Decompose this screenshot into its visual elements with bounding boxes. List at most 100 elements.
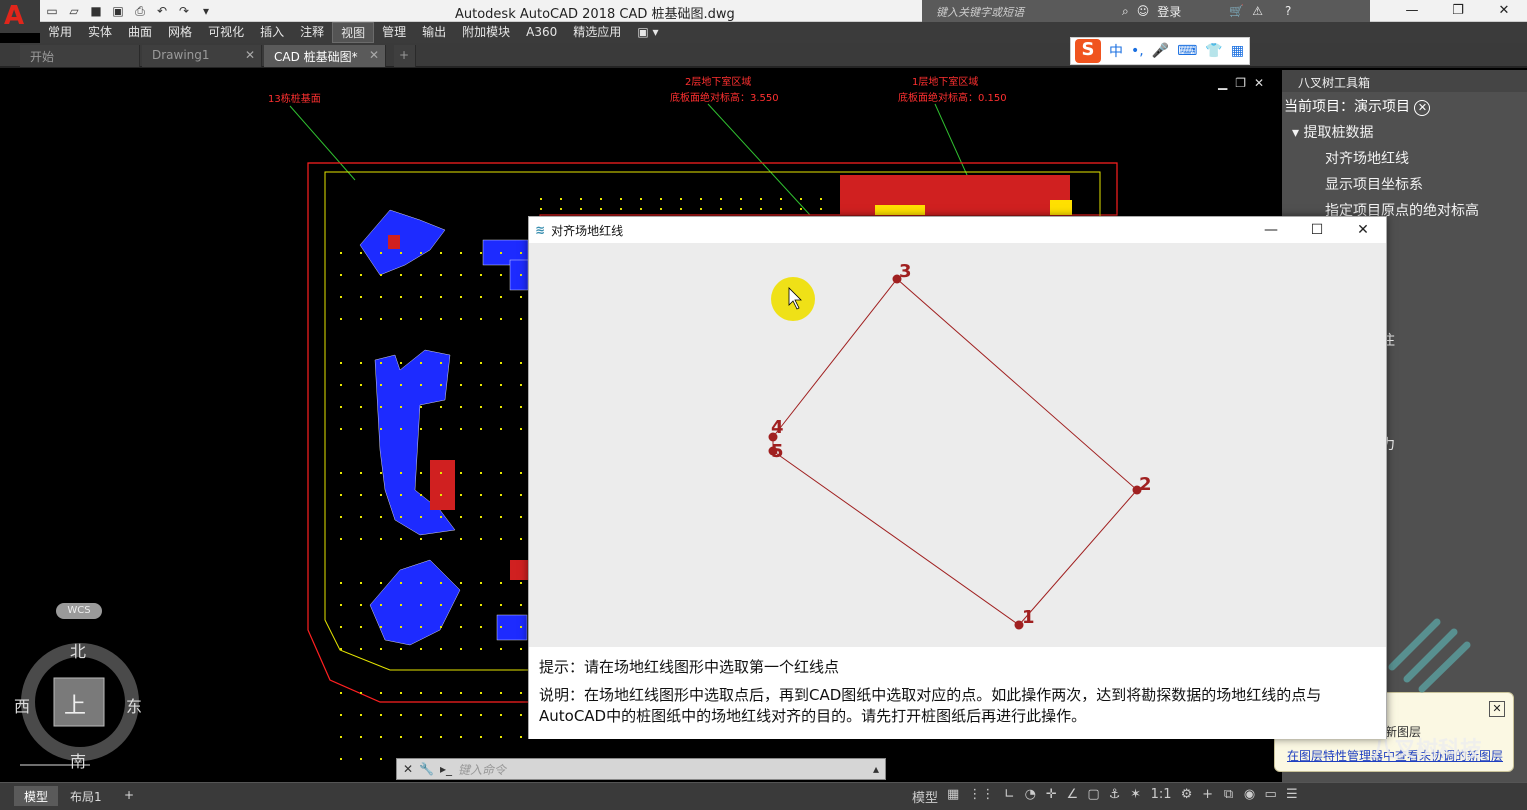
close-icon[interactable]: ✕ xyxy=(1254,76,1264,90)
login-button[interactable]: 登录 xyxy=(1157,3,1181,20)
pile-point xyxy=(600,198,602,200)
tab-model[interactable]: 模型 xyxy=(14,786,59,806)
pile-point xyxy=(760,198,762,200)
close-icon[interactable]: ✕ xyxy=(1340,217,1386,243)
punctuation-icon[interactable]: •, xyxy=(1131,43,1144,59)
grid-icon[interactable]: ▦ xyxy=(947,787,959,806)
ribbon-tab[interactable]: A360 xyxy=(518,22,565,43)
minimize-icon[interactable]: ▁ xyxy=(1218,76,1227,90)
close-circle-icon[interactable]: ✕ xyxy=(1414,100,1431,116)
expand-icon[interactable]: ▴ xyxy=(873,762,879,776)
wrench-icon[interactable]: 🔧 xyxy=(419,762,434,776)
anno-scale[interactable]: 1:1 xyxy=(1151,787,1172,806)
polar-icon[interactable]: ◔ xyxy=(1024,787,1036,806)
restore-icon[interactable]: ❐ xyxy=(1435,0,1481,22)
hardware-icon[interactable]: ◉ xyxy=(1244,787,1256,806)
pile-point xyxy=(500,428,502,430)
cart-icon[interactable]: 🛒 xyxy=(1229,4,1244,18)
pile-point xyxy=(400,626,402,628)
ribbon-tab[interactable]: 管理 xyxy=(374,22,414,43)
palette-group[interactable]: ▾ 提取桩数据 xyxy=(1282,120,1527,146)
clean-screen-icon[interactable]: ▭ xyxy=(1265,787,1277,806)
close-icon[interactable]: ✕ xyxy=(403,762,413,776)
pile-point xyxy=(560,198,562,200)
plot-icon[interactable]: ⎙ xyxy=(132,3,148,19)
command-prompt-icon[interactable]: ▸_ xyxy=(440,762,452,776)
close-icon[interactable]: ✕ xyxy=(1481,0,1527,22)
compass-west[interactable]: 西 xyxy=(14,693,30,717)
maximize-icon[interactable]: ☐ xyxy=(1294,217,1340,243)
compass-east[interactable]: 东 xyxy=(126,693,142,717)
tab-cad-drawing[interactable]: CAD 桩基础图* ✕ xyxy=(264,45,386,67)
ribbon-tab[interactable]: 可视化 xyxy=(200,22,252,43)
minimize-icon[interactable]: — xyxy=(1389,0,1435,22)
save-icon[interactable]: ■ xyxy=(88,3,104,19)
snap-icon[interactable]: ⋮⋮ xyxy=(968,787,994,806)
new-icon[interactable]: ▭ xyxy=(44,3,60,19)
pile-point xyxy=(440,296,442,298)
isolate-icon[interactable]: ⧉ xyxy=(1223,787,1235,806)
undo-icon[interactable]: ↶ xyxy=(154,3,170,19)
redline-canvas[interactable]: 1 2 3 4 5 xyxy=(529,243,1386,647)
ribbon-tab[interactable]: 常用 xyxy=(40,22,80,43)
open-icon[interactable]: ▱ xyxy=(66,3,82,19)
compass-south[interactable]: 南 xyxy=(70,748,86,772)
restore-icon[interactable]: ❐ xyxy=(1235,76,1246,90)
minimize-icon[interactable]: — xyxy=(1248,217,1294,243)
help-icon[interactable]: ? xyxy=(1285,4,1291,18)
command-input[interactable]: 键入命令 xyxy=(458,761,506,778)
redo-icon[interactable]: ↷ xyxy=(176,3,192,19)
ribbon-tab[interactable]: 视图 xyxy=(332,22,375,43)
workspace-dropdown-icon[interactable]: ▣ ▾ xyxy=(629,22,666,43)
keyboard-icon[interactable]: ⌨ xyxy=(1177,43,1197,59)
model-space-toggle[interactable]: 模型 xyxy=(912,787,938,806)
apps-icon[interactable]: ▦ xyxy=(1231,43,1244,59)
compass-top[interactable]: 上 xyxy=(64,688,86,720)
ribbon-tab[interactable]: 附加模块 xyxy=(454,22,518,43)
palette-item[interactable]: 显示项目坐标系 xyxy=(1282,172,1527,198)
new-tab-button[interactable]: + xyxy=(394,45,416,67)
ribbon-tab[interactable]: 实体 xyxy=(80,22,120,43)
compass-north[interactable]: 北 xyxy=(70,638,86,662)
pile-point xyxy=(500,406,502,408)
pile-point xyxy=(460,714,462,716)
close-icon[interactable]: ✕ xyxy=(369,48,379,62)
add-layout-button[interactable]: + xyxy=(114,786,144,806)
osnap-icon[interactable]: ✛ xyxy=(1045,787,1057,806)
leader-line xyxy=(289,105,356,181)
lineweight-icon[interactable]: ▢ xyxy=(1087,787,1099,806)
ribbon-tab[interactable]: 精选应用 xyxy=(565,22,629,43)
close-icon[interactable]: ✕ xyxy=(245,48,255,62)
pile-point xyxy=(460,472,462,474)
ribbon-tab[interactable]: 插入 xyxy=(252,22,292,43)
save-as-icon[interactable]: ▣ xyxy=(110,3,126,19)
tab-layout1[interactable]: 布局1 xyxy=(60,786,112,806)
search-input[interactable]: 键入关键字或短语 xyxy=(922,0,1112,22)
microphone-icon[interactable]: 🎤 xyxy=(1152,43,1169,59)
dropdown-icon[interactable]: ▾ xyxy=(198,3,214,19)
wcs-badge[interactable]: WCS xyxy=(56,603,102,619)
ribbon-tab[interactable]: 注释 xyxy=(292,22,332,43)
workspace-icon[interactable]: ✶ xyxy=(1130,787,1142,806)
exchange-icon[interactable]: ⚠ xyxy=(1252,4,1263,18)
otrack-icon[interactable]: ∠ xyxy=(1066,787,1078,806)
customize-icon[interactable]: ☰ xyxy=(1286,787,1298,806)
ribbon-tab[interactable]: 输出 xyxy=(414,22,454,43)
palette-item[interactable]: 对齐场地红线 xyxy=(1282,146,1527,172)
annotation-icon[interactable]: ⚓ xyxy=(1109,787,1121,806)
ribbon-tab[interactable]: 网格 xyxy=(160,22,200,43)
pile-point xyxy=(800,198,802,200)
close-icon[interactable]: ✕ xyxy=(1489,701,1505,717)
pile-point xyxy=(380,758,382,760)
ime-mode[interactable]: 中 xyxy=(1109,41,1123,61)
ortho-icon[interactable]: ∟ xyxy=(1003,787,1015,806)
tab-drawing1[interactable]: Drawing1 ✕ xyxy=(142,45,262,67)
ribbon-tab[interactable]: 曲面 xyxy=(120,22,160,43)
viewcube[interactable]: 北 南 西 东 上 xyxy=(14,638,142,772)
autocad-logo[interactable]: A xyxy=(0,0,40,33)
binoculars-icon[interactable]: ⌕ xyxy=(1122,4,1129,19)
tab-start[interactable]: 开始 xyxy=(20,45,140,67)
skin-icon[interactable]: 👕 xyxy=(1205,43,1222,59)
plus-icon[interactable]: + xyxy=(1202,787,1214,806)
gear-icon[interactable]: ⚙ xyxy=(1181,787,1193,806)
